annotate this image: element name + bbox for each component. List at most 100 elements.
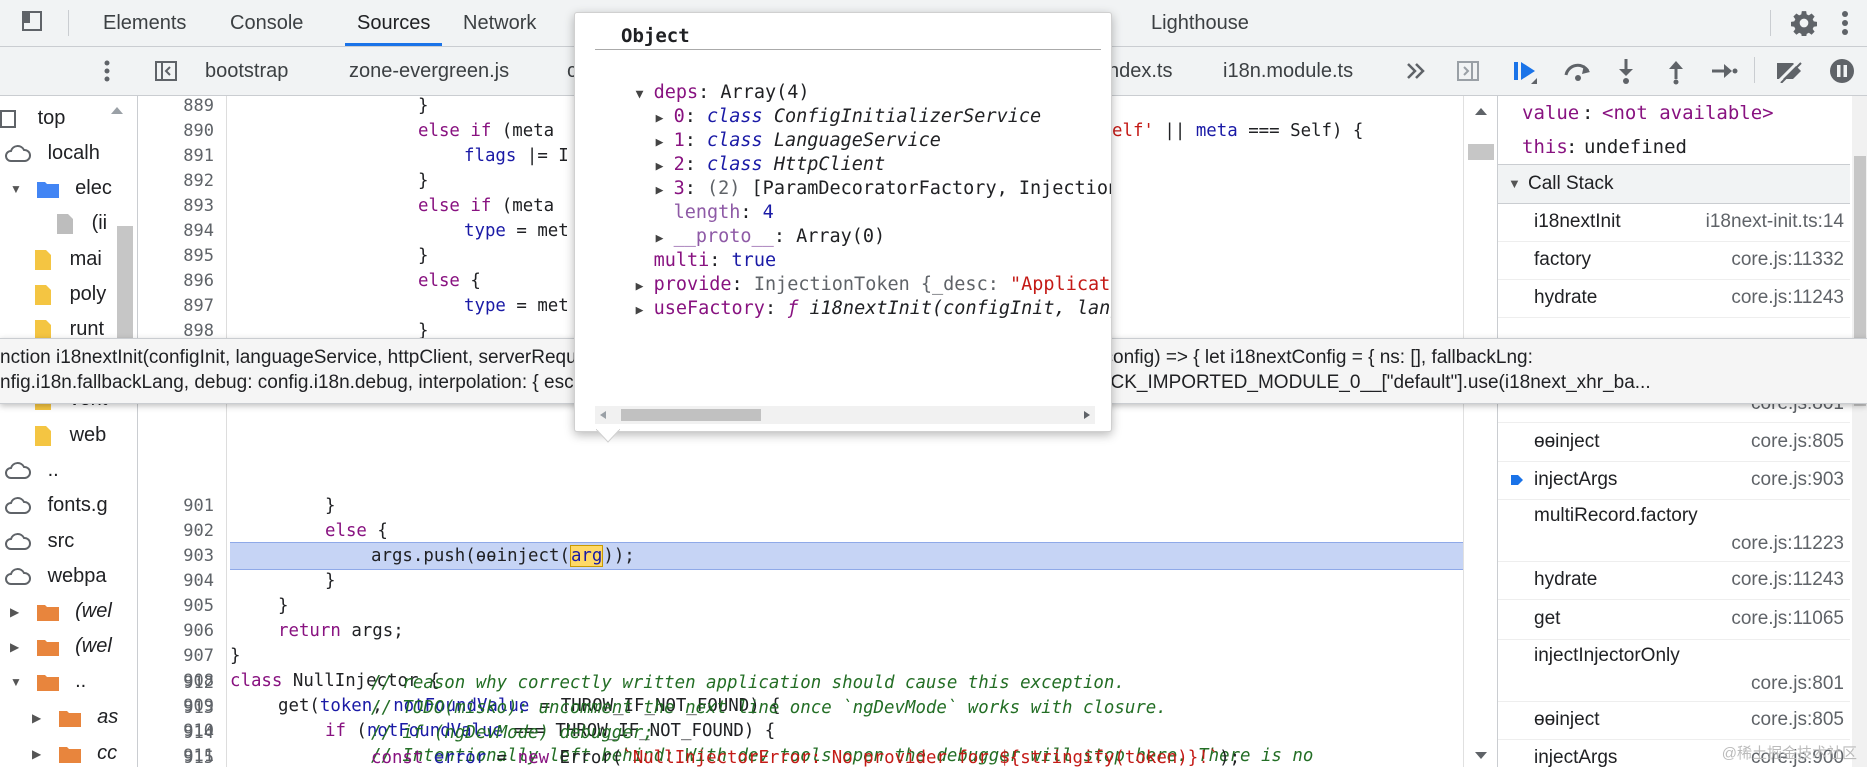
prop-deps-2[interactable]: ▶ 2: class HttpClient (611, 129, 886, 175)
more-options-icon[interactable] (1840, 9, 1850, 37)
editor-scroll-thumb[interactable] (1468, 144, 1494, 160)
prop-provide[interactable]: ▶ provide: InjectionToken {_desc: "Applic… (591, 249, 1111, 295)
line-number[interactable]: 901 (138, 494, 214, 519)
line-number[interactable]: 914 (138, 721, 214, 746)
frame-location[interactable]: core.js:11065 (1731, 599, 1844, 639)
scroll-left-icon[interactable] (599, 410, 607, 420)
frame-location[interactable]: i18next-init.ts:14 (1706, 203, 1844, 241)
step-out-icon[interactable] (1666, 57, 1686, 85)
line-number[interactable]: 907 (138, 644, 214, 669)
step-over-icon[interactable] (1562, 59, 1594, 83)
toggle-navigator-icon[interactable] (154, 59, 178, 83)
hovered-variable[interactable]: arg (569, 545, 604, 567)
call-frame[interactable]: injectInjectorOnly core.js:801 (1498, 639, 1850, 702)
frame-location[interactable]: core.js:11243 (1731, 279, 1844, 317)
frame-location[interactable]: core.js:805 (1751, 701, 1844, 739)
prop-proto[interactable]: ▶ __proto__: Array(0) (611, 201, 886, 247)
sidebar-scrollbar[interactable] (1852, 96, 1867, 767)
prop-usefactory[interactable]: ▶ useFactory: ƒ i18nextInit(configInit, l… (591, 273, 1111, 319)
nav-item-localhost[interactable]: localh (4, 136, 100, 170)
scroll-up-icon[interactable] (1474, 106, 1488, 116)
scope-var-this[interactable]: this: undefined (1498, 130, 1850, 165)
nav-item-fonts[interactable]: fonts.g (4, 488, 108, 522)
nav-item-as[interactable]: ▶ as (32, 700, 118, 734)
device-toolbar-icon[interactable] (20, 9, 44, 33)
popover-hscrollbar[interactable] (595, 406, 1095, 424)
call-frame[interactable]: factory core.js:11332 (1498, 241, 1850, 280)
editor-scrollbar[interactable] (1463, 96, 1496, 767)
collapsed-arrow-icon[interactable]: ▶ (636, 299, 654, 323)
line-number[interactable]: 896 (138, 269, 214, 294)
line-number[interactable]: 890 (138, 119, 214, 144)
frame-location[interactable]: core.js:11243 (1731, 561, 1844, 599)
line-number[interactable]: 892 (138, 169, 214, 194)
scroll-up-icon[interactable] (110, 104, 124, 116)
line-number[interactable]: 895 (138, 244, 214, 269)
call-frame-current[interactable]: injectArgs core.js:903 (1498, 461, 1850, 500)
line-number[interactable]: 897 (138, 294, 214, 319)
file-tab-i18n-module[interactable]: i18n.module.ts (1223, 47, 1353, 95)
prop-deps-0[interactable]: ▶ 0: class ConfigInitializerService (611, 81, 1042, 127)
frame-location[interactable]: core.js:11332 (1731, 241, 1844, 279)
call-frame[interactable]: ɵɵinject core.js:805 (1498, 701, 1850, 740)
nav-item-webpack-1[interactable]: ▶ (wel (10, 594, 112, 628)
nav-item-top[interactable]: top (0, 101, 65, 135)
popover-hscroll-thumb[interactable] (621, 409, 761, 421)
line-number[interactable]: 889 (138, 96, 214, 119)
file-tab-index[interactable]: ndex.ts (1108, 47, 1172, 95)
line-number[interactable]: 893 (138, 194, 214, 219)
tab-console[interactable]: Console (228, 0, 305, 46)
line-number[interactable]: 903 (138, 544, 214, 569)
nav-item-dotdot-folder[interactable]: ▼ .. (10, 664, 86, 698)
nav-item-cc[interactable]: ▶ cc (32, 736, 117, 767)
deactivate-breakpoints-icon[interactable] (1773, 59, 1805, 83)
line-number[interactable]: 912 (138, 671, 214, 696)
frame-location[interactable]: core.js:805 (1751, 423, 1844, 461)
nav-item-elec[interactable]: ▼ elec (10, 171, 112, 205)
call-frame[interactable]: ɵɵinject core.js:805 (1498, 423, 1850, 462)
resume-icon[interactable] (1511, 58, 1539, 86)
call-frame[interactable]: hydrate core.js:11243 (1498, 561, 1850, 600)
line-number[interactable]: 906 (138, 619, 214, 644)
nav-item-poly[interactable]: poly (34, 277, 106, 311)
nav-item-web[interactable]: web (34, 418, 106, 452)
nav-item-ii[interactable]: (ii (56, 206, 107, 240)
navigator-menu-icon[interactable] (102, 59, 112, 83)
line-number[interactable]: 894 (138, 219, 214, 244)
call-frame[interactable]: i18nextInit i18next-init.ts:14 (1498, 203, 1850, 242)
prop-deps-3[interactable]: ▶ 3: (2) [ParamDecoratorFactory, Injectio… (611, 153, 1111, 199)
call-frame[interactable]: hydrate core.js:11243 (1498, 279, 1850, 318)
step-icon[interactable] (1710, 61, 1738, 81)
file-tab-bootstrap[interactable]: bootstrap (205, 47, 288, 95)
scroll-down-icon[interactable] (1474, 751, 1488, 761)
frame-location[interactable]: core.js:903 (1751, 461, 1844, 499)
nav-item-main[interactable]: mai (34, 242, 102, 276)
line-number[interactable]: 913 (138, 696, 214, 721)
pause-on-exceptions-icon[interactable] (1828, 57, 1856, 85)
call-frame[interactable]: multiRecord.factory core.js:11223 (1498, 499, 1850, 562)
toggle-debugger-icon[interactable] (1456, 59, 1480, 83)
file-tab-zone-evergreen[interactable]: zone-evergreen.js (349, 47, 509, 95)
gear-icon[interactable] (1791, 10, 1817, 36)
line-number[interactable]: 905 (138, 594, 214, 619)
line-number[interactable]: 902 (138, 519, 214, 544)
frame-location[interactable]: core.js:11223 (1731, 533, 1844, 555)
call-stack-header[interactable]: ▼ Call Stack (1498, 164, 1850, 204)
nav-item-webpack-2[interactable]: ▶ (wel (10, 629, 112, 663)
line-number[interactable]: 891 (138, 144, 214, 169)
frame-location[interactable]: core.js:801 (1751, 673, 1844, 695)
nav-item-webpack[interactable]: webpa (4, 559, 107, 593)
prop-deps[interactable]: ▼ deps: Array(4) (591, 57, 810, 103)
tab-lighthouse[interactable]: Lighthouse (1149, 0, 1251, 46)
line-number[interactable]: 915 (138, 746, 214, 771)
line-number-gutter[interactable]: 889 890 891 892 893 894 895 896 897 898 … (138, 96, 227, 767)
nav-item-src[interactable]: src (4, 524, 74, 558)
step-into-icon[interactable] (1616, 57, 1636, 85)
prop-deps-1[interactable]: ▶ 1: class LanguageService (611, 105, 941, 151)
object-preview-popover[interactable]: Object ▼ deps: Array(4) ▶ 0: class ConfigI… (574, 12, 1112, 432)
tab-network[interactable]: Network (461, 0, 538, 46)
nav-item-dotdot[interactable]: .. (4, 453, 59, 487)
scroll-right-icon[interactable] (1083, 410, 1091, 420)
tab-elements[interactable]: Elements (101, 0, 188, 46)
tab-sources[interactable]: Sources (345, 0, 443, 46)
